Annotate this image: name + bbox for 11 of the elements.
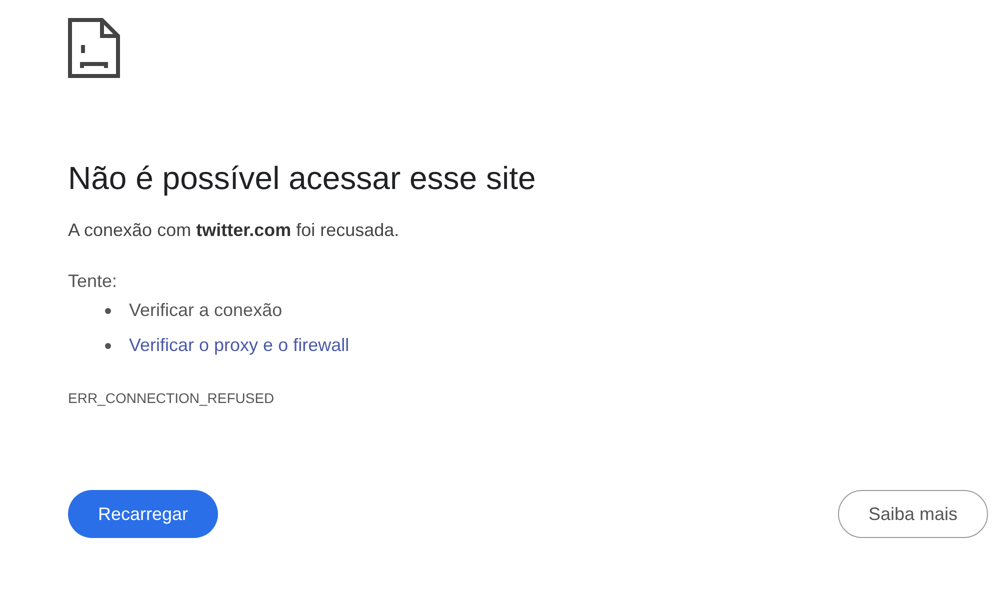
learn-more-button[interactable]: Saiba mais [838,490,988,538]
error-heading: Não é possível acessar esse site [68,159,537,198]
sad-page-icon [68,18,120,78]
bullet-icon [105,308,111,314]
error-code: ERR_CONNECTION_REFUSED [68,390,276,406]
reload-button[interactable]: Recarregar [68,490,218,538]
suggestion-text: Verificar a conexão [129,300,282,321]
suggestion-link[interactable]: Verificar o proxy e o firewall [129,335,350,356]
error-message: A conexão com twitter.com foi recusada. [68,220,400,241]
suggestions-label: Tente: [68,271,118,292]
bullet-icon [105,342,111,348]
